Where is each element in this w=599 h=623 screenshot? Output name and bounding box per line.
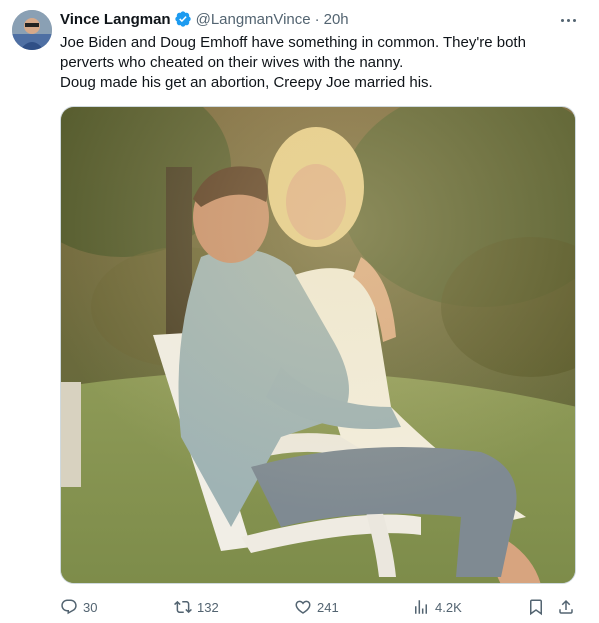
more-icon[interactable]: [558, 12, 578, 28]
action-bar: 30 132 241 4.2K: [60, 597, 580, 617]
share-button[interactable]: [557, 597, 575, 617]
reply-icon: [61, 599, 77, 615]
timestamp[interactable]: 20h: [324, 11, 349, 28]
author-name[interactable]: Vince Langman: [60, 11, 171, 28]
repost-icon: [174, 600, 192, 614]
like-icon: [295, 600, 311, 614]
tweet-text-line: Joe Biden and Doug Emhoff have something…: [60, 34, 526, 51]
separator-dot: ·: [314, 10, 320, 28]
views-count: 4.2K: [435, 599, 462, 615]
views-button[interactable]: 4.2K: [412, 597, 462, 617]
tweet-header: Vince Langman @LangmanVince · 20h: [60, 8, 349, 30]
repost-button[interactable]: 132: [174, 597, 219, 617]
reply-button[interactable]: 30: [60, 597, 97, 617]
bookmark-button[interactable]: [527, 597, 545, 617]
avatar[interactable]: [12, 10, 52, 50]
author-handle[interactable]: @LangmanVince: [196, 11, 311, 28]
like-button[interactable]: 241: [294, 597, 339, 617]
share-icon: [559, 599, 573, 614]
tweet[interactable]: Vince Langman @LangmanVince · 20h Joe Bi…: [0, 0, 599, 623]
tweet-photo[interactable]: [60, 106, 576, 584]
like-count: 241: [317, 599, 339, 615]
tweet-text-line: Doug made his get an abortion, Creepy Jo…: [60, 74, 433, 91]
tweet-text: Joe Biden and Doug Emhoff have something…: [60, 33, 560, 93]
verified-badge-icon: [174, 11, 191, 27]
repost-count: 132: [197, 599, 219, 615]
bookmark-icon: [530, 599, 542, 616]
views-icon: [415, 600, 427, 614]
tweet-text-line: perverts who cheated on their wives with…: [60, 54, 404, 71]
reply-count: 30: [83, 599, 98, 615]
